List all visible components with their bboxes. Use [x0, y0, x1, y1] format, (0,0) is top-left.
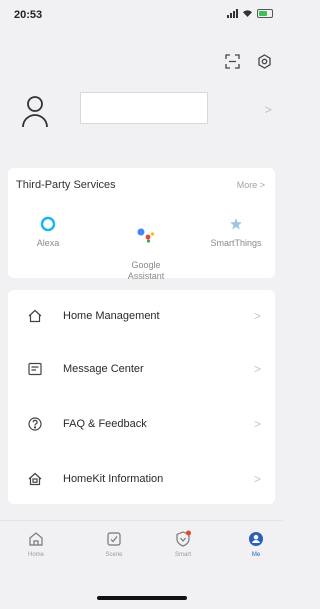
third-party-services-card: Third-Party Services More > Alexa Google… — [8, 168, 275, 281]
menu-item-label: FAQ & Feedback — [63, 418, 147, 430]
settings-icon[interactable] — [255, 52, 273, 70]
wifi-icon — [243, 10, 252, 17]
profile-row[interactable]: > — [22, 86, 272, 136]
service-smartthings[interactable]: SmartThings — [204, 214, 268, 249]
menu-item-label: Message Center — [63, 363, 144, 375]
third-party-title: Third-Party Services — [16, 179, 116, 191]
menu-card: Home Management > Message Center > FAQ &… — [8, 290, 275, 504]
home-indicator — [97, 596, 187, 600]
home-tab-icon — [16, 529, 56, 549]
smartthings-icon — [204, 214, 268, 234]
smart-tab-icon — [163, 529, 203, 549]
battery-icon — [257, 9, 273, 18]
chevron-right-icon: > — [253, 309, 261, 323]
avatar-icon — [22, 96, 48, 128]
scene-tab-icon — [94, 529, 134, 549]
menu-item-homekit-information[interactable]: HomeKit Information > — [8, 459, 275, 499]
alexa-icon — [28, 214, 68, 234]
homekit-icon — [28, 472, 42, 486]
menu-item-label: HomeKit Information — [63, 473, 164, 485]
service-alexa[interactable]: Alexa — [28, 214, 68, 249]
tab-me[interactable]: Me — [236, 529, 276, 558]
tab-label: Scene — [105, 552, 123, 558]
menu-item-faq-feedback[interactable]: FAQ & Feedback > — [8, 404, 275, 444]
question-icon — [28, 417, 42, 431]
menu-item-message-center[interactable]: Message Center > — [8, 349, 275, 389]
chevron-right-icon: > — [253, 472, 261, 486]
house-icon — [28, 309, 42, 323]
status-bar: 20:53 — [0, 0, 283, 30]
header-actions — [223, 52, 273, 70]
me-tab-icon — [236, 529, 276, 549]
username-field — [80, 92, 208, 124]
signal-icon — [227, 9, 238, 18]
menu-item-home-management[interactable]: Home Management > — [8, 296, 275, 336]
tab-scene[interactable]: Scene — [94, 529, 134, 558]
service-google-assistant[interactable]: Google Assistant — [121, 214, 171, 282]
status-icons — [227, 9, 273, 18]
service-label: Google Assistant — [127, 260, 165, 281]
message-icon — [28, 362, 42, 376]
menu-item-label: Home Management — [63, 310, 160, 322]
google-assistant-icon — [121, 225, 171, 245]
status-time: 20:53 — [14, 9, 43, 21]
profile-chevron-icon: > — [264, 102, 272, 117]
scan-icon[interactable] — [223, 52, 241, 70]
tab-label: Me — [251, 552, 261, 558]
tab-label: Smart — [174, 552, 191, 558]
tab-label: Home — [27, 552, 44, 558]
tab-smart[interactable]: Smart — [163, 529, 203, 558]
chevron-right-icon: > — [253, 362, 261, 376]
more-link[interactable]: More > — [237, 180, 265, 190]
tab-home[interactable]: Home — [16, 529, 56, 558]
service-label: Alexa — [36, 238, 60, 248]
service-label: SmartThings — [210, 238, 262, 248]
chevron-right-icon: > — [253, 417, 261, 431]
